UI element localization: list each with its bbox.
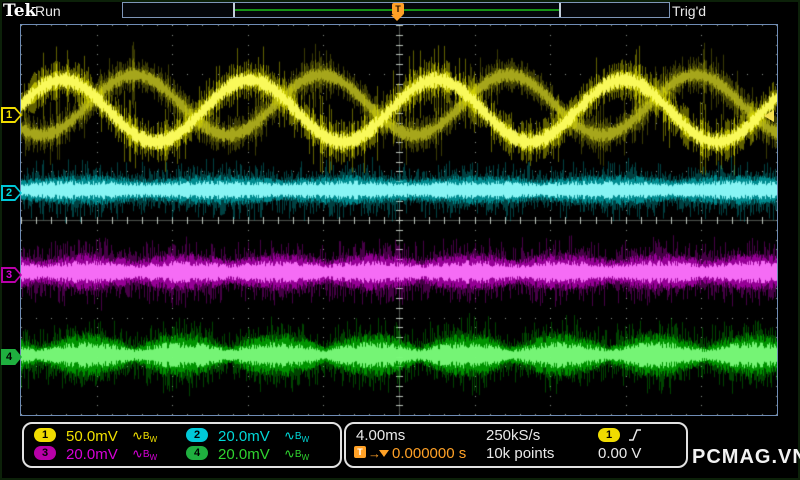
channel-4-marker-label: 4 (1, 349, 22, 365)
channel-1-scale: 50.0mV (66, 428, 118, 445)
channel-readout-row-2: 3 20.0mV ∿BW 4 20.0mV ∿BW (24, 446, 340, 464)
trigger-source-badge[interactable]: 1 (598, 428, 620, 442)
acquisition-status: Run (35, 3, 61, 19)
channel-4-position-marker[interactable]: 4 (1, 349, 22, 365)
channel-1-coupling-bw-icon: ∿BW (132, 428, 157, 444)
timebase-readout: 4.00ms (356, 427, 405, 444)
trigger-status: Trig'd (672, 3, 706, 19)
trigger-position-arrow-icon (391, 15, 403, 21)
channel-3-marker-label: 3 (1, 267, 22, 283)
tek-logo: Tek (3, 1, 36, 21)
channel-4-coupling-bw-icon: ∿BW (284, 446, 309, 462)
channel-2-badge[interactable]: 2 (186, 428, 208, 442)
record-length-readout: 10k points (486, 445, 554, 462)
channel-2-marker-label: 2 (1, 185, 22, 201)
channel-4-scale: 20.0mV (218, 446, 270, 463)
trigger-level-down-arrow-icon (379, 450, 389, 457)
sample-rate-readout: 250kS/s (486, 427, 540, 444)
channel-2-position-marker[interactable]: 2 (1, 185, 22, 201)
trigger-level-arrow-icon[interactable] (764, 110, 774, 122)
channel-1-badge[interactable]: 1 (34, 428, 56, 442)
channel-1-marker-label: 1 (1, 107, 22, 123)
channel-1-position-marker[interactable]: 1 (1, 107, 22, 123)
record-trigger-t-icon[interactable]: T (392, 3, 404, 15)
channel-readout-row-1: 1 50.0mV ∿BW 2 20.0mV ∿BW (24, 428, 340, 446)
horizontal-trigger-readout-box: 4.00ms 250kS/s 1 T → 0.000000 s 10k poin… (344, 422, 688, 468)
record-window-right-bracket[interactable] (559, 3, 561, 17)
channel-2-scale: 20.0mV (218, 428, 270, 445)
channel-3-position-marker[interactable]: 3 (1, 267, 22, 283)
channel-3-badge[interactable]: 3 (34, 446, 56, 460)
waveform-display (21, 25, 777, 415)
rising-edge-slope-icon (628, 428, 642, 442)
channel-4-badge[interactable]: 4 (186, 446, 208, 460)
channel-readout-box: 1 50.0mV ∿BW 2 20.0mV ∿BW 3 20.0mV ∿BW 4… (22, 422, 342, 468)
trigger-time-readout: 0.000000 s (392, 445, 466, 462)
trigger-level-readout: 0.00 V (598, 445, 641, 462)
channel-3-coupling-bw-icon: ∿BW (132, 446, 157, 462)
trigger-t-badge: T (354, 446, 366, 458)
channel-2-coupling-bw-icon: ∿BW (284, 428, 309, 444)
pcmag-watermark: PCMAG.VN (692, 446, 800, 469)
channel-3-scale: 20.0mV (66, 446, 118, 463)
oscilloscope-screen: Tek Run Trig'd T T 1 2 3 4 1 5 (0, 0, 800, 480)
graticule (20, 24, 778, 416)
